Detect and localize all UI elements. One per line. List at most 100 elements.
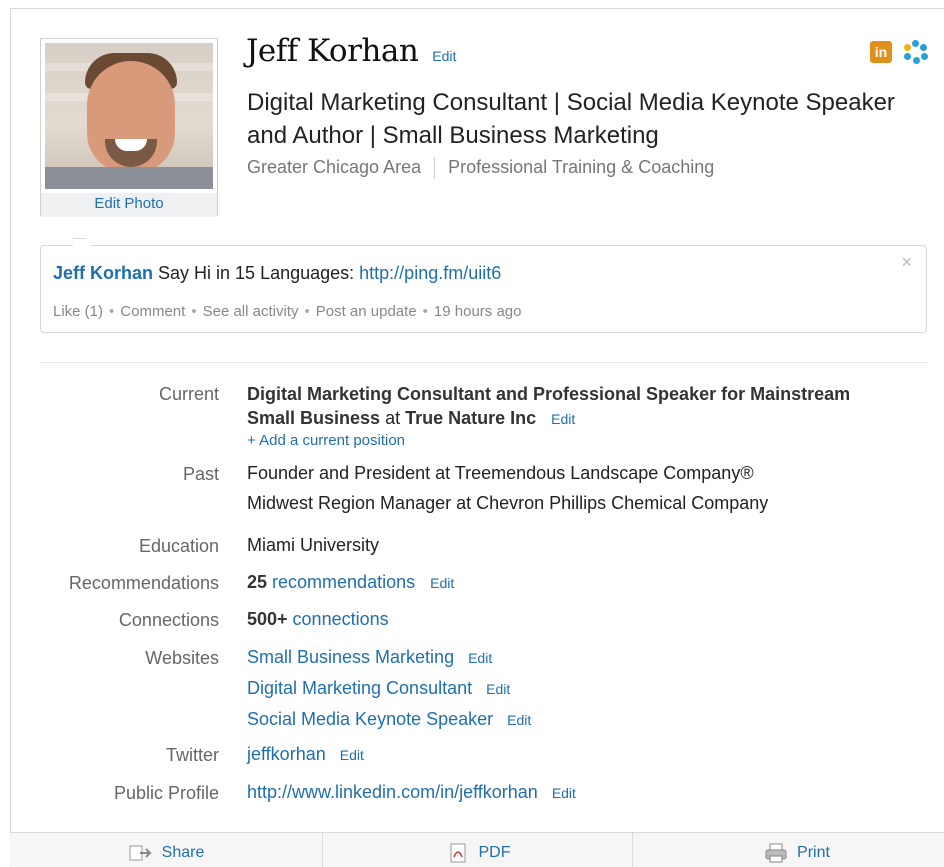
overview-twitter: Twitter jeffkorhan Edit (0, 744, 944, 766)
recommendations-label: Recommendations (68, 573, 219, 593)
website-link[interactable]: Small Business Marketing (247, 647, 454, 667)
public-profile-label: Public Profile (113, 783, 219, 803)
current-at: at (380, 408, 406, 428)
separator-dot: • (304, 303, 310, 320)
website-item: Small Business Marketing Edit (247, 642, 897, 673)
linkedin-icon[interactable]: in (870, 41, 892, 63)
status-author-link[interactable]: Jeff Korhan (53, 263, 153, 283)
connections-value: 500+ connections (247, 604, 897, 634)
pdf-icon (450, 843, 465, 862)
like-link[interactable]: Like (1) (53, 303, 103, 320)
close-icon[interactable]: × (901, 252, 912, 273)
share-icon (129, 845, 152, 860)
connections-label: Connections (118, 610, 219, 630)
separator-dot: • (109, 303, 115, 320)
print-button[interactable]: Print (633, 833, 944, 867)
website-item: Digital Marketing Consultant Edit (247, 673, 897, 704)
location-row: Greater Chicago Area Professional Traini… (247, 157, 714, 179)
twitter-value: jeffkorhan Edit (247, 739, 897, 770)
websites-label: Websites (145, 648, 219, 668)
overview-current: Current Digital Marketing Consultant and… (0, 380, 944, 449)
overview-past: Past Founder and President at Treemendou… (0, 463, 944, 513)
status-actions: Like (1) • Comment • See all activity • Post a… (53, 303, 522, 320)
status-timestamp: 19 hours ago (433, 303, 522, 320)
post-update-link[interactable]: Post an update (316, 303, 417, 320)
share-button[interactable]: Share (10, 833, 323, 867)
section-divider (40, 362, 927, 363)
ring-icon[interactable] (904, 40, 928, 64)
public-profile-value: http://www.linkedin.com/in/jeffkorhan Edi… (247, 777, 897, 808)
edit-name-link[interactable]: Edit (432, 48, 456, 64)
see-all-activity-link[interactable]: See all activity (203, 303, 299, 320)
recommendations-link[interactable]: 25 recommendations (247, 572, 415, 592)
status-update: × Jeff Korhan Say Hi in 15 Languages: ht… (40, 245, 927, 333)
printer-icon (765, 843, 787, 862)
websites-value: Small Business Marketing Edit Digital Mar… (247, 642, 897, 735)
education-label: Education (138, 536, 219, 556)
share-label: Share (161, 843, 205, 861)
edit-recommendations-link[interactable]: Edit (430, 575, 454, 591)
current-title: Digital Marketing Consultant and Profess… (247, 384, 851, 428)
add-current-position-link[interactable]: + Add a current position (247, 431, 897, 451)
pdf-label: PDF (478, 843, 511, 861)
print-label: Print (797, 843, 830, 861)
ring-dot (912, 40, 919, 47)
current-company: True Nature Inc (405, 408, 537, 428)
edit-current-link[interactable]: Edit (551, 411, 575, 427)
website-link[interactable]: Social Media Keynote Speaker (247, 709, 493, 729)
overview-education: Education Miami University (0, 535, 944, 557)
recommendations-value: 25 recommendations Edit (247, 567, 897, 598)
linkedin-icon-letter: in (874, 44, 888, 60)
past-label: Past (182, 464, 219, 484)
public-profile-url-link[interactable]: http://www.linkedin.com/in/jeffkorhan (247, 782, 538, 802)
current-label: Current (158, 384, 219, 404)
recommendations-count: 25 (247, 572, 268, 592)
edit-website-link[interactable]: Edit (507, 712, 531, 728)
twitter-handle-link[interactable]: jeffkorhan (247, 744, 326, 764)
status-message: Say Hi in 15 Languages: (153, 263, 360, 283)
name-row: Jeff Korhan Edit (246, 33, 456, 69)
ring-dot (913, 57, 920, 64)
overview-recommendations: Recommendations 25 recommendations Edit (0, 572, 944, 594)
status-text: Jeff Korhan Say Hi in 15 Languages: http… (53, 263, 501, 284)
ring-dot (920, 44, 927, 51)
edit-public-profile-link[interactable]: Edit (552, 785, 576, 801)
profile-actions-bar: Share PDF Print (10, 832, 944, 867)
top-icons: in (870, 40, 928, 64)
past-item: Founder and President at Treemendous Lan… (247, 463, 754, 483)
current-value: Digital Marketing Consultant and Profess… (247, 382, 897, 451)
bubble-notch (73, 232, 95, 246)
edit-website-link[interactable]: Edit (486, 681, 510, 697)
profile-industry: Professional Training & Coaching (448, 157, 715, 177)
status-url-link[interactable]: http://ping.fm/uiit6 (359, 263, 501, 283)
overview-public-profile: Public Profile http://www.linkedin.com/i… (0, 782, 944, 804)
edit-website-link[interactable]: Edit (468, 650, 492, 666)
recommendations-text: recommendations (267, 572, 416, 592)
ring-dot (904, 53, 911, 60)
connections-count: 500+ (247, 609, 288, 629)
website-link[interactable]: Digital Marketing Consultant (247, 678, 472, 698)
separator-dot: • (191, 303, 197, 320)
profile-headline: Digital Marketing Consultant | Social Me… (247, 89, 895, 149)
education-value: Miami University (247, 535, 380, 555)
past-value: Founder and President at Treemendous Lan… (247, 458, 897, 518)
connections-link[interactable]: 500+ connections (247, 609, 389, 629)
twitter-label: Twitter (165, 745, 219, 765)
connections-text: connections (287, 609, 389, 629)
profile-name: Jeff Korhan (246, 33, 419, 69)
profile-location: Greater Chicago Area (247, 157, 422, 177)
separator-dot: • (422, 303, 428, 320)
overview-websites: Websites Small Business Marketing Edit Di… (0, 647, 944, 729)
website-item: Social Media Keynote Speaker Edit (247, 704, 897, 735)
comment-link[interactable]: Comment (120, 303, 185, 320)
pdf-button[interactable]: PDF (323, 833, 633, 867)
ring-dot (904, 44, 911, 51)
photo-shirt (45, 167, 213, 189)
edit-photo-link[interactable]: Edit Photo (41, 193, 217, 217)
overview-connections: Connections 500+ connections (0, 609, 944, 631)
edit-twitter-link[interactable]: Edit (340, 747, 364, 763)
past-item: Midwest Region Manager at Chevron Philli… (247, 493, 769, 513)
profile-photo-box: Edit Photo (40, 38, 218, 217)
ring-dot (921, 53, 928, 60)
profile-photo (45, 43, 213, 189)
